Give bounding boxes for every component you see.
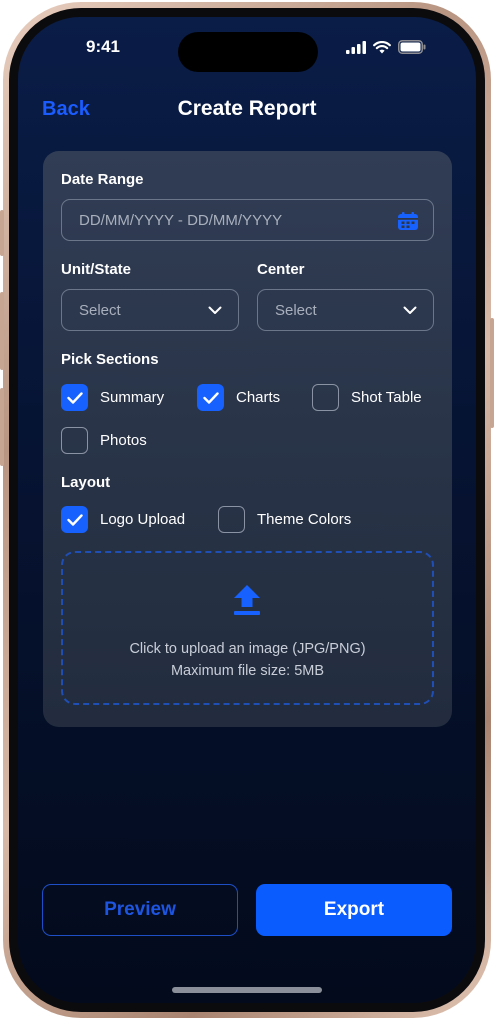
wifi-icon [373, 40, 391, 53]
upload-icon [234, 585, 260, 615]
upload-instruction: Click to upload an image (JPG/PNG) [129, 641, 366, 657]
center-label: Center [257, 261, 305, 278]
volume-down-button [0, 388, 4, 466]
power-button [490, 318, 494, 428]
checkbox-photos[interactable]: Photos [61, 427, 147, 454]
report-form-card: Date Range DD/MM/YYYY - DD/MM/YYYY Unit/… [43, 151, 452, 727]
checkbox-box[interactable] [61, 506, 88, 533]
checkbox-box[interactable] [197, 384, 224, 411]
image-upload-dropzone[interactable]: Click to upload an image (JPG/PNG) Maxim… [61, 551, 434, 705]
checkbox-label: Theme Colors [257, 511, 352, 528]
checkbox-label: Photos [100, 432, 147, 449]
unit-state-value: Select [79, 301, 121, 319]
status-icons [346, 39, 426, 55]
checkmark-icon [66, 391, 83, 404]
date-range-placeholder: DD/MM/YYYY - DD/MM/YYYY [79, 211, 283, 229]
calendar-icon[interactable] [398, 212, 418, 230]
home-indicator [172, 987, 322, 993]
signal-icon [346, 40, 366, 54]
checkbox-charts[interactable]: Charts [197, 384, 280, 411]
center-value: Select [275, 301, 317, 319]
checkbox-logo-upload[interactable]: Logo Upload [61, 506, 185, 533]
checkbox-label: Summary [100, 389, 165, 406]
date-range-label: Date Range [61, 171, 144, 188]
export-button[interactable]: Export [256, 884, 452, 936]
action-button [0, 210, 4, 256]
checkbox-box[interactable] [312, 384, 339, 411]
dynamic-island [178, 32, 318, 72]
status-time: 9:41 [85, 37, 121, 56]
checkbox-box[interactable] [61, 384, 88, 411]
app-screen: 9:41 Back Create Report Date Range DD/MM… [18, 17, 476, 1003]
chevron-down-icon [403, 306, 417, 314]
checkbox-label: Logo Upload [100, 511, 186, 528]
pick-sections-label: Pick Sections [61, 351, 159, 368]
layout-label: Layout [61, 474, 111, 491]
center-select[interactable]: Select [257, 289, 434, 331]
checkbox-box[interactable] [61, 427, 88, 454]
checkmark-icon [66, 513, 83, 526]
checkbox-label: Shot Table [351, 389, 422, 406]
checkbox-summary[interactable]: Summary [61, 384, 164, 411]
battery-icon [398, 40, 426, 54]
checkbox-theme-colors[interactable]: Theme Colors [218, 506, 351, 533]
checkbox-label: Charts [236, 389, 281, 406]
unit-state-select[interactable]: Select [61, 289, 239, 331]
checkbox-shot-table[interactable]: Shot Table [312, 384, 422, 411]
volume-up-button [0, 292, 4, 370]
upload-size-limit: Maximum file size: 5MB [170, 663, 325, 679]
checkbox-box[interactable] [218, 506, 245, 533]
page-title: Create Report [177, 97, 317, 120]
preview-button[interactable]: Preview [42, 884, 238, 936]
chevron-down-icon [208, 306, 222, 314]
date-range-input[interactable]: DD/MM/YYYY - DD/MM/YYYY [61, 199, 434, 241]
checkmark-icon [202, 391, 219, 404]
unit-state-label: Unit/State [61, 261, 132, 278]
